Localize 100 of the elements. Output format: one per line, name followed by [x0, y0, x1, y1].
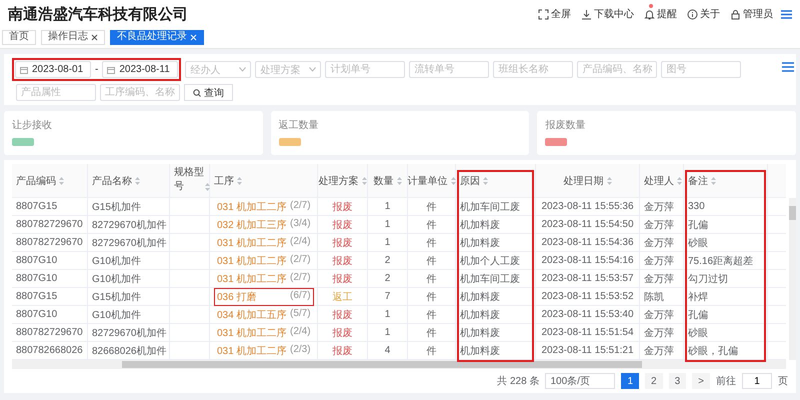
next-page-button[interactable]: >: [692, 373, 710, 389]
date-field[interactable]: 2023-08-11: [102, 61, 178, 78]
toolbar-button[interactable]: 提醒: [644, 7, 677, 21]
sort-icon[interactable]: [483, 176, 488, 184]
total-count: 共 228 条: [497, 374, 540, 388]
table-cell: 2: [384, 273, 390, 284]
step-count: (2/3): [290, 344, 311, 356]
bell-icon: [644, 8, 655, 20]
tab[interactable]: 首页: [2, 30, 36, 44]
column-header: 处理日期: [564, 174, 604, 188]
stat-label: 返工数量: [278, 118, 320, 132]
table-cell-text: 机加个人工废: [460, 254, 520, 268]
info-icon: [687, 8, 698, 20]
sort-icon[interactable]: [205, 183, 210, 191]
toolbar-button[interactable]: 全屏: [538, 7, 571, 21]
table-cell: 880782668026: [16, 345, 83, 356]
close-icon[interactable]: [91, 34, 98, 40]
table-cell-text: 件: [426, 344, 436, 358]
sort-icon[interactable]: [135, 176, 140, 184]
date-value: 2023-08-01: [32, 64, 84, 75]
table-cell-text: 金万萍: [644, 308, 674, 322]
sort-icon[interactable]: [362, 176, 366, 184]
sort-icon[interactable]: [59, 176, 64, 184]
table-cell: 880782729670: [16, 219, 83, 230]
table-cell-text: 金万萍: [644, 218, 674, 232]
table-cell: 330: [688, 201, 705, 212]
input-field[interactable]: 班组长名称: [493, 61, 574, 78]
table-cell-text: 金万萍: [644, 344, 674, 358]
step-count: (2/4): [290, 326, 311, 338]
table-cell-text: 75.16距离超差: [688, 254, 754, 268]
sort-icon[interactable]: [237, 176, 242, 184]
table-cell-text: 砂眼: [688, 236, 708, 250]
table-cell-text: 金万萍: [644, 272, 674, 286]
tab[interactable]: 不良品处理记录: [110, 30, 204, 44]
calendar-icon: [107, 66, 116, 74]
scrollbar[interactable]: [12, 360, 786, 369]
date-field[interactable]: 2023-08-01: [15, 61, 91, 78]
app-title: 南通浩盛汽车科技有限公司: [8, 4, 189, 24]
toolbar-button[interactable]: 下载中心: [581, 7, 634, 21]
table-cell: 4: [384, 345, 390, 356]
input-field[interactable]: 流转单号: [409, 61, 490, 78]
sort-icon[interactable]: [677, 176, 682, 184]
page-size-select[interactable]: 100条/页: [545, 373, 616, 389]
search-button[interactable]: 查询: [184, 84, 233, 101]
input-field[interactable]: 工序编码、名称: [100, 84, 180, 101]
notification-dot: [649, 4, 653, 8]
table-cell-text: 82729670机加件: [92, 326, 166, 340]
input-field[interactable]: 产品编码、名称: [577, 61, 658, 78]
table-cell-text: 金万萍: [644, 200, 674, 214]
plan-status: 报废: [332, 254, 352, 268]
table-cell: 2023-08-11 15:55:36: [541, 201, 634, 212]
column-header: 处理方案: [318, 174, 358, 188]
column-header: 产品编码: [16, 174, 56, 188]
caret-icon: [309, 67, 316, 72]
scrollbar[interactable]: [789, 198, 796, 360]
sort-icon[interactable]: [711, 176, 716, 184]
column-header: 数量: [374, 174, 394, 188]
table-cell-text: G10机加件: [92, 308, 141, 322]
page-input[interactable]: 1: [742, 373, 772, 389]
page-button[interactable]: 2: [645, 373, 663, 389]
toolbar-button[interactable]: 关于: [687, 7, 720, 21]
step-count: (5/7): [290, 308, 311, 320]
table-cell: 8807G15: [16, 291, 58, 302]
table-cell-text: 砂眼，孔偏: [688, 344, 738, 358]
plan-status: 报废: [332, 200, 352, 214]
table-cell: 2023-08-11 15:53:40: [541, 309, 634, 320]
table-cell-text: 机加料废: [460, 290, 500, 304]
input-field[interactable]: 计划单号: [325, 61, 406, 78]
sort-icon[interactable]: [606, 176, 612, 184]
sort-icon[interactable]: [450, 176, 456, 184]
menu-icon[interactable]: [781, 10, 792, 18]
table-cell: 8807G15: [16, 201, 58, 212]
table-cell-text: 机加料废: [460, 326, 500, 340]
table-cell: 8807G10: [16, 273, 58, 284]
page-button[interactable]: 3: [668, 373, 686, 389]
date-value: 2023-08-11: [119, 64, 170, 75]
plan-status: 报废: [332, 344, 352, 358]
table-cell-text: 件: [426, 308, 436, 322]
input-field[interactable]: 图号: [661, 61, 742, 78]
table-cell-text: 82668026机加件: [92, 344, 166, 358]
table-cell-text: 件: [426, 218, 436, 232]
table-cell-text: G10机加件: [92, 272, 141, 286]
column-header: 备注: [688, 174, 708, 188]
table-cell-text: 82729670机加件: [92, 236, 166, 250]
sort-icon[interactable]: [396, 176, 402, 184]
toolbar-button[interactable]: 管理员: [730, 7, 773, 21]
plan-status: 报废: [332, 236, 352, 250]
page-button[interactable]: 1: [621, 373, 640, 389]
table-cell: 2023-08-11 15:53:52: [541, 291, 634, 302]
input-field[interactable]: 产品属性: [16, 84, 96, 101]
menu-icon[interactable]: [782, 62, 794, 72]
tab[interactable]: 操作日志: [41, 30, 105, 44]
table-cell: 8807G10: [16, 309, 58, 320]
table-cell: 2023-08-11 15:51:54: [541, 327, 634, 338]
table-cell-text: 机加料废: [460, 218, 500, 232]
step-count: (2/7): [290, 254, 311, 266]
table-cell: 2023-08-11 15:54:50: [541, 219, 634, 230]
table-cell: 8807G10: [16, 255, 58, 266]
goto-label: 前往: [716, 374, 736, 388]
table-cell: 1: [384, 219, 390, 230]
